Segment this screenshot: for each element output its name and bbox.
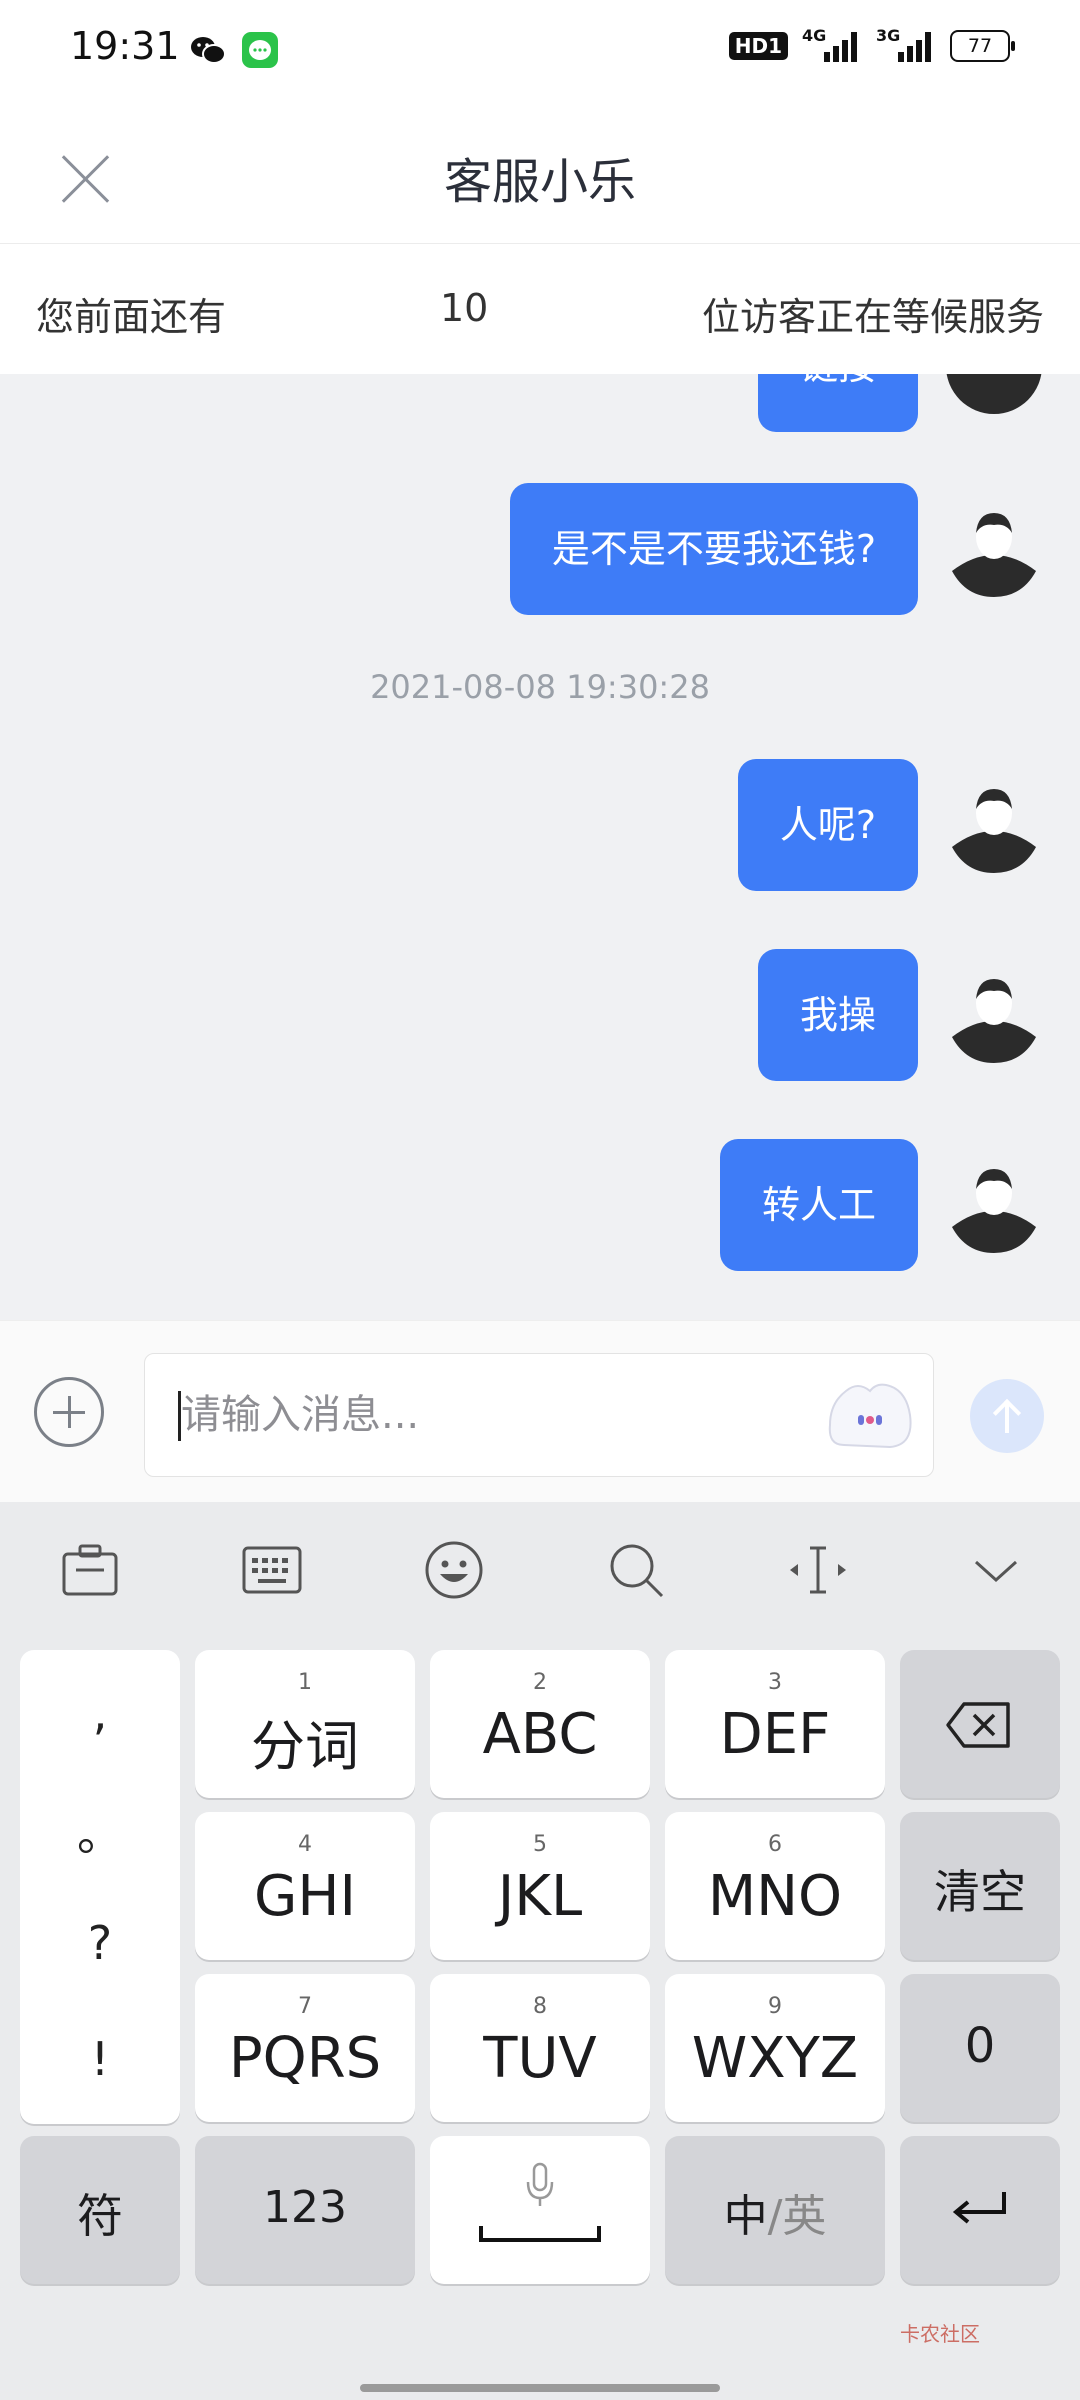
language-toggle-key[interactable]: 中/英 bbox=[665, 2136, 885, 2284]
input-bar bbox=[0, 1320, 1080, 1503]
keyboard-toolbar bbox=[0, 1502, 1080, 1632]
key-9[interactable]: 9 WXYZ bbox=[665, 1974, 885, 2122]
key-3[interactable]: 3 DEF bbox=[665, 1650, 885, 1798]
backspace-key[interactable] bbox=[900, 1650, 1060, 1798]
collapse-icon[interactable] bbox=[964, 1538, 1028, 1602]
clipboard-icon[interactable] bbox=[58, 1538, 122, 1602]
add-attachment-button[interactable] bbox=[34, 1377, 104, 1447]
queue-suffix: 位访客正在等候服务 bbox=[701, 295, 1044, 339]
microphone-icon bbox=[526, 2162, 554, 2206]
keyboard-icon[interactable] bbox=[240, 1538, 304, 1602]
avatar bbox=[952, 513, 1036, 597]
punct-question[interactable]: ? bbox=[20, 1916, 180, 1970]
signal-icon: 4G bbox=[802, 26, 862, 62]
message-row: 我操 bbox=[757, 949, 1042, 1081]
message-row: 人呢? bbox=[737, 759, 1042, 891]
punctuation-key[interactable]: , 。 ? ! bbox=[20, 1650, 180, 2124]
key-6[interactable]: 6 MNO bbox=[665, 1812, 885, 1960]
enter-key[interactable] bbox=[900, 2136, 1060, 2284]
message-app-icon bbox=[242, 32, 278, 68]
punct-exclaim[interactable]: ! bbox=[20, 2032, 180, 2086]
status-time: 19:31 bbox=[70, 24, 180, 68]
keyboard: , 。 ? ! 1 分词 2 ABC 3 DEF 4 GHI 5 JKL 6 M… bbox=[0, 1502, 1080, 2400]
lang-sep: / bbox=[767, 2191, 783, 2242]
wechat-icon bbox=[191, 37, 226, 64]
message-timestamp: 2021-08-08 19:30:28 bbox=[370, 668, 710, 706]
key-1[interactable]: 1 分词 bbox=[195, 1650, 415, 1798]
status-right: HD1 4G 3G 77 bbox=[728, 26, 1015, 62]
search-icon[interactable] bbox=[604, 1538, 668, 1602]
numbers-key[interactable]: 123 bbox=[195, 2136, 415, 2284]
message-row: 是不是不要我还钱? bbox=[509, 483, 1042, 615]
avatar bbox=[952, 979, 1036, 1063]
lang-en: 英 bbox=[782, 2191, 827, 2242]
key-5[interactable]: 5 JKL bbox=[430, 1812, 650, 1960]
page-title: 客服小乐 bbox=[443, 154, 636, 210]
key-2[interactable]: 2 ABC bbox=[430, 1650, 650, 1798]
key-7[interactable]: 7 PQRS bbox=[195, 1974, 415, 2122]
message-bubble[interactable]: 人呢? bbox=[737, 759, 918, 891]
backspace-icon bbox=[946, 1702, 1010, 1748]
message-row: 转人工 bbox=[719, 1139, 1042, 1271]
queue-notice: 您前面还有 10 位访客正在等候服务 bbox=[0, 244, 1080, 374]
emoji-sticker-icon[interactable] bbox=[824, 1375, 916, 1459]
message-bubble[interactable]: 链接 bbox=[757, 374, 918, 432]
symbol-key[interactable]: 符 bbox=[20, 2136, 180, 2284]
status-bar: 19:31 HD1 4G 3G 77 bbox=[0, 0, 1080, 100]
message-bubble[interactable]: 是不是不要我还钱? bbox=[509, 483, 918, 615]
message-bubble[interactable]: 我操 bbox=[757, 949, 918, 1081]
key-0[interactable]: 0 bbox=[900, 1974, 1060, 2122]
space-bar-icon bbox=[479, 2226, 601, 2242]
avatar bbox=[946, 374, 1042, 414]
battery-icon: 77 bbox=[950, 30, 1015, 62]
cursor-icon[interactable] bbox=[786, 1538, 850, 1602]
punct-comma[interactable]: , bbox=[20, 1686, 180, 1740]
emoji-icon[interactable] bbox=[422, 1538, 486, 1602]
chat-header: 客服小乐 bbox=[0, 100, 1080, 244]
text-caret bbox=[178, 1391, 181, 1441]
lang-cn: 中 bbox=[723, 2191, 768, 2242]
key-4[interactable]: 4 GHI bbox=[195, 1812, 415, 1960]
message-input[interactable] bbox=[144, 1353, 934, 1477]
avatar bbox=[952, 789, 1036, 873]
space-key[interactable] bbox=[430, 2136, 650, 2284]
send-button[interactable] bbox=[970, 1379, 1044, 1453]
hd-badge: HD1 bbox=[728, 32, 788, 60]
watermark: 卡农社区 bbox=[900, 2322, 980, 2346]
queue-prefix: 您前面还有 bbox=[36, 295, 227, 339]
avatar bbox=[952, 1169, 1036, 1253]
chat-area[interactable]: 链接 是不是不要我还钱? 2021-08-08 19:30:28 人呢? 我操 … bbox=[0, 374, 1080, 1320]
message-row: 链接 bbox=[757, 374, 1042, 432]
punct-period[interactable]: 。 bbox=[20, 1798, 180, 1864]
signal-icon-2: 3G bbox=[876, 26, 936, 62]
enter-icon bbox=[952, 2192, 1006, 2224]
key-8[interactable]: 8 TUV bbox=[430, 1974, 650, 2122]
message-bubble[interactable]: 转人工 bbox=[719, 1139, 918, 1271]
clear-key[interactable]: 清空 bbox=[900, 1812, 1060, 1960]
queue-count: 10 bbox=[440, 286, 489, 330]
home-indicator[interactable] bbox=[360, 2384, 720, 2392]
